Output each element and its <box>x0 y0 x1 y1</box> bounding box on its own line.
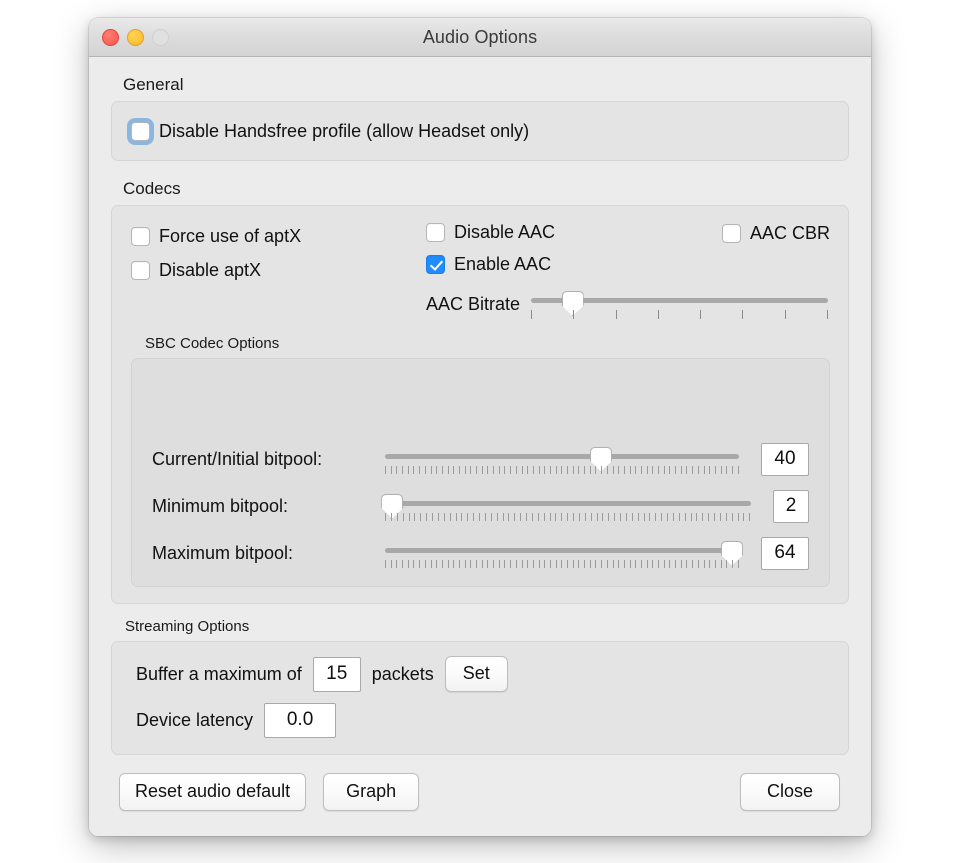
force-aptx-checkbox[interactable] <box>131 227 150 246</box>
sbc-slider-value[interactable]: 2 <box>773 490 809 523</box>
graph-button[interactable]: Graph <box>323 773 420 811</box>
disable-handsfree-checkbox[interactable] <box>131 121 150 141</box>
reset-audio-default-button[interactable]: Reset audio default <box>119 773 307 811</box>
disable-handsfree-row[interactable]: Disable Handsfree profile (allow Headset… <box>131 121 529 142</box>
streaming-section-label: Streaming Options <box>125 618 250 635</box>
close-window-button[interactable] <box>102 28 119 46</box>
buffer-suffix-label: packets <box>371 663 434 684</box>
sbc-panel: Current/Initial bitpool: 40 Minimum bitpoo… <box>131 358 830 587</box>
codecs-section-label: Codecs <box>123 179 181 198</box>
window-controls <box>102 18 169 56</box>
aac-cbr-row[interactable]: AAC CBR <box>721 222 830 244</box>
device-latency-label: Device latency <box>136 710 254 730</box>
minimize-window-button[interactable] <box>127 28 144 46</box>
close-button[interactable]: Close <box>739 773 840 811</box>
disable-aptx-row[interactable]: Disable aptX <box>131 260 426 281</box>
sbc-slider-ticks <box>385 465 739 475</box>
disable-aptx-label: Disable aptX <box>159 260 262 280</box>
sbc-slider-label: Maximum bitpool: <box>152 543 294 563</box>
force-aptx-label: Force use of aptX <box>159 226 302 246</box>
sbc-slider-ticks <box>385 512 751 522</box>
disable-aptx-checkbox[interactable] <box>131 261 150 280</box>
streaming-panel: Buffer a maximum of packets Set Device l… <box>111 641 849 755</box>
sbc-slider[interactable] <box>385 445 739 475</box>
disable-handsfree-label: Disable Handsfree profile (allow Headset… <box>159 120 530 141</box>
sbc-sliders: Current/Initial bitpool: 40 Minimum bitpoo… <box>152 443 809 570</box>
set-buffer-button[interactable]: Set <box>444 656 508 692</box>
codecs-panel: Force use of aptX Disable aptX Disable A… <box>111 205 849 604</box>
window-content: General Disable Handsfree profile (allow… <box>89 57 871 836</box>
general-panel: Disable Handsfree profile (allow Headset… <box>111 101 849 161</box>
sbc-slider-row: Minimum bitpool: 2 <box>152 490 809 523</box>
aac-cbr-label: AAC CBR <box>749 223 830 243</box>
sbc-slider-row: Current/Initial bitpool: 40 <box>152 443 809 476</box>
general-section-label: General <box>123 75 184 94</box>
force-aptx-row[interactable]: Force use of aptX <box>131 226 426 247</box>
sbc-slider-ticks <box>385 559 739 569</box>
enable-aac-row[interactable]: Enable AAC <box>426 254 722 275</box>
buffer-prefix-label: Buffer a maximum of <box>136 663 302 684</box>
disable-aac-label: Disable AAC <box>454 222 556 242</box>
aac-bitrate-slider[interactable] <box>531 289 828 319</box>
sbc-slider-value[interactable]: 40 <box>761 443 809 476</box>
sbc-slider-track <box>385 547 739 553</box>
aac-column: Disable AAC Enable AAC AAC CBR AAC Bitra… <box>426 222 830 319</box>
sbc-slider-label: Current/Initial bitpool: <box>152 449 323 469</box>
aac-bitrate-label: AAC Bitrate <box>426 293 521 314</box>
zoom-window-button <box>152 28 169 46</box>
disable-aac-checkbox[interactable] <box>426 223 445 242</box>
buffer-packets-input[interactable] <box>312 656 361 692</box>
sbc-slider-track <box>385 500 751 506</box>
enable-aac-label: Enable AAC <box>454 254 552 274</box>
sbc-slider[interactable] <box>381 492 751 522</box>
sbc-slider-row: Maximum bitpool: 64 <box>152 537 809 570</box>
aac-cbr-checkbox[interactable] <box>721 224 741 243</box>
audio-options-window: Audio Options General Disable Handsfree … <box>89 18 871 836</box>
sbc-slider-track <box>385 453 739 459</box>
screen: Audio Options General Disable Handsfree … <box>0 0 960 863</box>
aptx-column: Force use of aptX Disable aptX <box>131 222 426 281</box>
sbc-slider[interactable] <box>385 539 743 569</box>
sbc-slider-value[interactable]: 64 <box>761 537 809 570</box>
disable-aac-row[interactable]: Disable AAC <box>426 222 722 243</box>
sbc-slider-label: Minimum bitpool: <box>152 496 289 516</box>
window-title: Audio Options <box>422 26 538 47</box>
device-latency-input[interactable] <box>264 703 337 738</box>
aac-bitrate-ticks <box>531 310 828 319</box>
window-titlebar: Audio Options <box>89 18 871 57</box>
aac-bitrate-row: AAC Bitrate <box>426 289 830 319</box>
sbc-section-label: SBC Codec Options <box>145 335 280 352</box>
enable-aac-checkbox[interactable] <box>426 255 445 274</box>
